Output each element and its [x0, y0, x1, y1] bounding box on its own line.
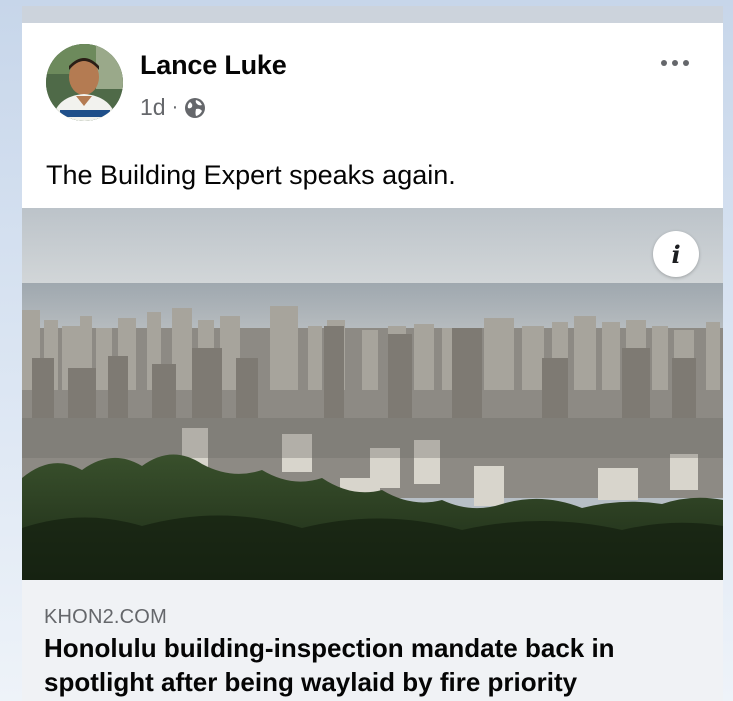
more-options-icon[interactable]	[657, 56, 693, 70]
author-name[interactable]: Lance Luke	[140, 50, 287, 81]
info-icon[interactable]: i	[653, 231, 699, 277]
avatar-image	[46, 44, 123, 121]
link-title[interactable]: Honolulu building-inspection mandate bac…	[44, 631, 714, 699]
top-divider	[22, 6, 723, 23]
link-domain: KHON2.COM	[44, 606, 167, 628]
post-meta: 1d ·	[140, 94, 206, 121]
post-card: Lance Luke 1d · The Building Expert spea…	[22, 6, 723, 701]
post-text: The Building Expert speaks again.	[46, 160, 456, 190]
post-time[interactable]: 1d	[140, 94, 166, 121]
meta-separator: ·	[171, 96, 179, 118]
city-skyline-image	[22, 208, 723, 580]
more-dot	[661, 60, 667, 66]
link-preview[interactable]: KHON2.COM Honolulu building-inspection m…	[22, 580, 723, 701]
more-dot	[683, 60, 689, 66]
more-dot	[672, 60, 678, 66]
avatar[interactable]	[46, 44, 123, 121]
link-preview-image[interactable]	[22, 208, 723, 580]
globe-icon[interactable]	[184, 97, 206, 119]
